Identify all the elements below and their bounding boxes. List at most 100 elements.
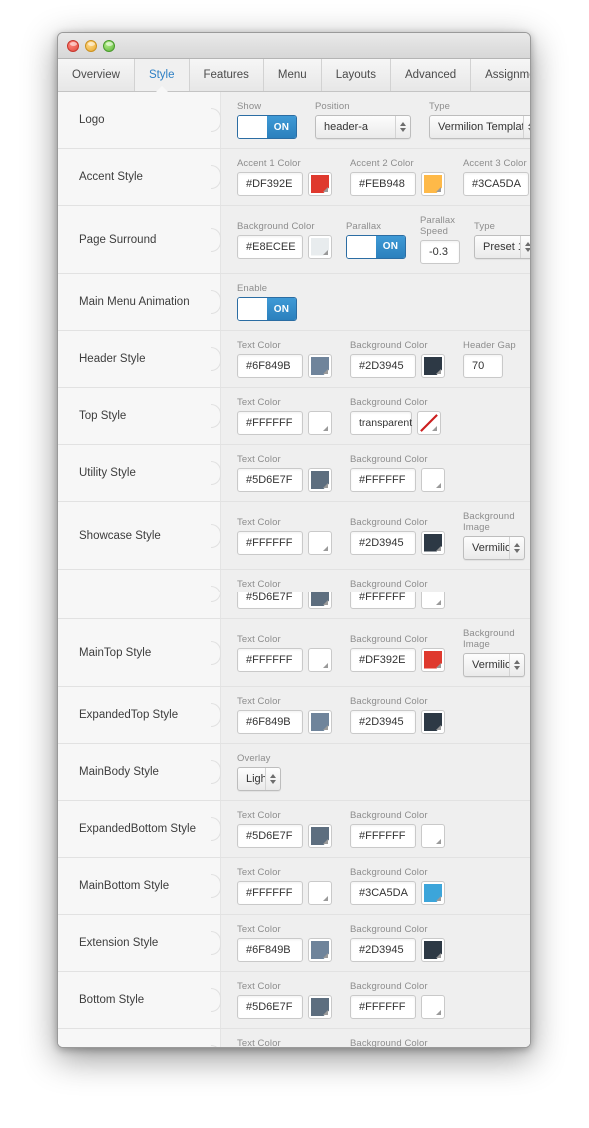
logo-position-select[interactable]: header-a: [315, 115, 411, 139]
stepper-arrows-icon[interactable]: [509, 537, 524, 559]
tab-layouts[interactable]: Layouts: [322, 59, 391, 91]
extension-background-color-input[interactable]: #2D3945: [350, 938, 416, 962]
parallax-toggle[interactable]: ON: [346, 234, 406, 259]
extension-text-color-input[interactable]: #6F849B: [237, 938, 303, 962]
mainbottom-text-color-swatch[interactable]: [308, 881, 332, 905]
row-label: Accent Style: [58, 149, 221, 205]
tab-advanced[interactable]: Advanced: [391, 59, 472, 91]
stepper-arrows-icon[interactable]: [523, 116, 530, 138]
parallax-speed-input[interactable]: -0.3: [420, 240, 460, 264]
logo-show-toggle[interactable]: ON: [237, 115, 297, 139]
field-label: Text Color: [237, 579, 281, 590]
header-gap-input[interactable]: 70: [463, 354, 503, 378]
bottom-text-color-swatch[interactable]: [308, 995, 332, 1019]
feature-text-color-swatch-ghost[interactable]: [308, 592, 332, 609]
field-showcase-text-color: Text Color #FFFFFF: [237, 517, 332, 555]
stepper-arrows-icon[interactable]: [509, 654, 524, 676]
extension-text-color-swatch[interactable]: [308, 938, 332, 962]
field-label: Background Color: [350, 696, 428, 707]
feature-background-color-swatch-ghost[interactable]: [421, 592, 445, 609]
tab-overview[interactable]: Overview: [58, 59, 135, 91]
row-expandedtop-style: ExpandedTop Style Text Color #6F849B Bac…: [58, 687, 530, 744]
accent2-color-swatch[interactable]: [421, 172, 445, 196]
top-background-color-input[interactable]: transparent: [350, 411, 412, 435]
mainbottom-background-color-input[interactable]: #3CA5DA: [350, 881, 416, 905]
mainbottom-text-color-input[interactable]: #FFFFFF: [237, 881, 303, 905]
maximize-window-icon[interactable]: [103, 40, 115, 52]
row-fields: Text Color #6F849B Background Color #2D3…: [221, 915, 530, 971]
minimize-window-icon[interactable]: [85, 40, 97, 52]
field-label: Text Color: [237, 397, 281, 408]
field-label: Background Color: [350, 924, 428, 935]
tab-assignments[interactable]: Assignments 0: [471, 59, 530, 91]
feature-background-color-input-ghost[interactable]: #FFFFFF: [350, 592, 416, 609]
expandedtop-background-color-swatch[interactable]: [421, 710, 445, 734]
stepper-arrows-icon[interactable]: [395, 116, 410, 138]
field-maintop-text-color: Text Color #FFFFFF: [237, 634, 332, 672]
accent1-color-input[interactable]: #DF392E: [237, 172, 303, 196]
maintop-text-color-input[interactable]: #FFFFFF: [237, 647, 303, 672]
page-surround-type-select[interactable]: Preset 1: [474, 234, 530, 259]
field-label: Background Color: [350, 1038, 428, 1048]
header-text-color-swatch[interactable]: [308, 354, 332, 378]
field-parallax-speed: Parallax Speed -0.3: [420, 215, 460, 264]
expandedbottom-text-color-swatch[interactable]: [308, 824, 332, 848]
field-header-gap: Header Gap 70: [463, 340, 516, 378]
row-main-menu-animation: Main Menu Animation Enable ON: [58, 274, 530, 331]
accent1-color-swatch[interactable]: [308, 172, 332, 196]
top-background-color-swatch[interactable]: [417, 411, 441, 435]
style-settings-panel[interactable]: Logo Show ON Position header-a Type Verm…: [58, 92, 530, 1048]
header-background-color-swatch[interactable]: [421, 354, 445, 378]
header-text-color-input[interactable]: #6F849B: [237, 354, 303, 378]
preferences-window: Overview Style Features Menu Layouts Adv…: [57, 32, 531, 1048]
stepper-arrows-icon[interactable]: [520, 235, 530, 258]
window-titlebar[interactable]: [58, 33, 530, 59]
utility-background-color-input[interactable]: #FFFFFF: [350, 468, 416, 492]
maintop-text-color-swatch[interactable]: [308, 647, 332, 672]
utility-text-color-input[interactable]: #5D6E7F: [237, 468, 303, 492]
close-window-icon[interactable]: [67, 40, 79, 52]
utility-background-color-swatch[interactable]: [421, 468, 445, 492]
header-background-color-input[interactable]: #2D3945: [350, 354, 416, 378]
bottom-background-color-input[interactable]: #FFFFFF: [350, 995, 416, 1019]
stepper-arrows-icon[interactable]: [265, 768, 280, 790]
tab-menu[interactable]: Menu: [264, 59, 322, 91]
field-label: Background Color: [350, 810, 428, 821]
expandedtop-text-color-swatch[interactable]: [308, 710, 332, 734]
logo-type-select[interactable]: Vermilion Template: [429, 115, 530, 139]
expandedbottom-background-color-input[interactable]: #FFFFFF: [350, 824, 416, 848]
row-fields: Accent 1 Color #DF392E Accent 2 Color #F…: [221, 149, 530, 205]
expandedbottom-text-color-input[interactable]: #5D6E7F: [237, 824, 303, 848]
expandedtop-background-color-input[interactable]: #2D3945: [350, 710, 416, 734]
row-label: Footer Style: [58, 1029, 221, 1047]
accent3-color-input[interactable]: #3CA5DA: [463, 172, 529, 196]
tab-features[interactable]: Features: [190, 59, 264, 91]
mainbody-overlay-select[interactable]: Light: [237, 767, 281, 791]
bottom-text-color-input[interactable]: #5D6E7F: [237, 995, 303, 1019]
maintop-background-color-swatch[interactable]: [421, 647, 445, 672]
utility-text-color-swatch[interactable]: [308, 468, 332, 492]
row-showcase-style: Showcase Style Text Color #FFFFFF Backgr…: [58, 502, 530, 570]
page-surround-background-swatch[interactable]: [308, 234, 332, 259]
showcase-text-color-input[interactable]: #FFFFFF: [237, 530, 303, 555]
expandedbottom-background-color-swatch[interactable]: [421, 824, 445, 848]
maintop-background-color-input[interactable]: #DF392E: [350, 647, 416, 672]
showcase-background-image-select[interactable]: Vermilion: [463, 536, 525, 560]
showcase-text-color-swatch[interactable]: [308, 530, 332, 555]
showcase-background-color-swatch[interactable]: [421, 530, 445, 555]
bottom-background-color-swatch[interactable]: [421, 995, 445, 1019]
top-text-color-swatch[interactable]: [308, 411, 332, 435]
extension-background-color-swatch[interactable]: [421, 938, 445, 962]
field-label: Text Color: [237, 981, 281, 992]
tab-style[interactable]: Style: [134, 59, 190, 91]
page-surround-background-input[interactable]: #E8ECEE: [237, 234, 303, 259]
main-menu-animation-toggle[interactable]: ON: [237, 297, 297, 321]
top-text-color-input[interactable]: #FFFFFF: [237, 411, 303, 435]
expandedtop-text-color-input[interactable]: #6F849B: [237, 710, 303, 734]
accent2-color-input[interactable]: #FEB948: [350, 172, 416, 196]
mainbottom-background-color-swatch[interactable]: [421, 881, 445, 905]
maintop-background-image-select[interactable]: Vermilion: [463, 653, 525, 677]
feature-text-color-input-ghost[interactable]: #5D6E7F: [237, 592, 303, 609]
showcase-background-color-input[interactable]: #2D3945: [350, 530, 416, 555]
row-label: Page Surround: [58, 206, 221, 273]
